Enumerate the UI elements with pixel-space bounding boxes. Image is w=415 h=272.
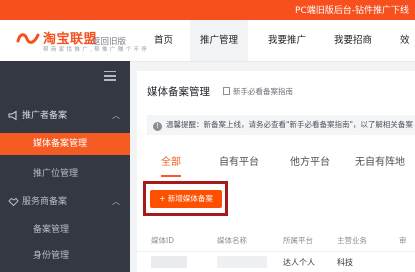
megaphone-icon	[8, 110, 17, 121]
add-media-filing-button[interactable]: + 新增媒体备案	[150, 190, 222, 208]
nav-item-home[interactable]: 首页	[154, 20, 173, 61]
filing-guide-link[interactable]: 新手必看备案指南	[223, 86, 293, 97]
sidebar-item-adzone-management[interactable]: 推广位管理	[0, 163, 130, 185]
back-to-old-version-link[interactable]: 返回旧版	[92, 35, 126, 47]
sidebar-item-identity-management[interactable]: 身份管理	[0, 245, 130, 267]
sidebar-item-filing-management[interactable]: 备案管理	[0, 219, 130, 241]
alimama-logo-icon	[16, 33, 40, 44]
cell-business: 科技	[337, 258, 353, 267]
nav-item-effect[interactable]: 效	[400, 20, 410, 61]
tab-own-platform[interactable]: 自有平台	[219, 153, 259, 181]
top-notice-bar: PC端旧版后台-钻件推广下线	[0, 0, 415, 20]
reminder-banner: ! 温馨提醒：新备案上线，请务必查看"新手必看备案指南"，以了解相关备案	[147, 115, 415, 135]
info-icon: !	[153, 122, 162, 131]
chevron-up-icon: ︿	[112, 111, 120, 120]
nav-item-promotion-management[interactable]: 推广管理	[190, 20, 248, 61]
active-tab-indicator	[161, 175, 181, 177]
table-row[interactable]: 达人个人 科技	[137, 251, 415, 272]
document-icon	[223, 87, 230, 95]
media-id-placeholder	[151, 256, 187, 268]
handshake-icon	[8, 197, 19, 207]
sidebar-section-promoter-filing[interactable]: 推广者备案 ︿	[0, 105, 130, 127]
filing-guide-label: 新手必看备案指南	[233, 87, 293, 96]
page-title: 媒体备案管理	[147, 86, 210, 98]
media-name-placeholder	[217, 256, 267, 268]
sidebar-item-label: 身份管理	[33, 251, 70, 261]
top-notice-text[interactable]: PC端旧版后台-钻件推广下线	[295, 3, 409, 16]
chevron-up-icon: ︿	[112, 197, 120, 206]
column-header-media-id: 媒体ID	[151, 236, 174, 245]
sidebar-section-provider-filing[interactable]: 服务商备案 ︿	[0, 191, 130, 213]
reminder-text: 温馨提醒：新备案上线，请务必查看"新手必看备案指南"，以了解相关备案	[166, 120, 413, 129]
column-header-main-business: 主营业务	[337, 236, 367, 245]
column-header-platform: 所属平台	[283, 236, 313, 245]
column-header-review: 审	[399, 236, 407, 245]
table-header: 媒体ID 媒体名称 所属平台 主营业务 审	[137, 229, 415, 252]
tab-label: 全部	[161, 157, 181, 168]
sidebar-item-label: 推广位管理	[33, 169, 79, 179]
sidebar-item-media-filing[interactable]: 媒体备案管理	[0, 133, 130, 155]
menu-collapse-icon[interactable]	[104, 71, 116, 81]
sidebar-item-label: 备案管理	[33, 225, 70, 235]
filing-type-tabs: 全部 自有平台 他方平台 无自有阵地	[147, 153, 415, 181]
nav-item-merchant-recruit[interactable]: 我要招商	[334, 20, 372, 61]
sidebar-section-label: 服务商备案	[22, 197, 68, 207]
tab-third-party-platform[interactable]: 他方平台	[290, 153, 330, 181]
filing-table: 媒体ID 媒体名称 所属平台 主营业务 审 达人个人 科技	[137, 229, 415, 272]
content-panel: 媒体备案管理 新手必看备案指南 ! 温馨提醒：新备案上线，请务必查看"新手必看备案…	[137, 71, 415, 272]
main-area: 媒体备案管理 新手必看备案指南 ! 温馨提醒：新备案上线，请务必查看"新手必看备案…	[130, 61, 415, 272]
sidebar-section-label: 推广者备案	[22, 111, 68, 121]
sidebar: 推广者备案 ︿ 媒体备案管理 推广位管理 服务商备案 ︿ 备案管理 身份管理	[0, 61, 130, 272]
cell-platform: 达人个人	[283, 258, 315, 267]
tab-no-own-channel[interactable]: 无自有阵地	[355, 153, 405, 181]
nav-item-promote[interactable]: 我要推广	[268, 20, 306, 61]
column-header-media-name: 媒体名称	[217, 236, 247, 245]
header: 淘宝联盟 帮 商 家 找 推 广 , 帮 推 广 赚 个 不 停 返回旧版 首页…	[0, 20, 415, 62]
tab-all[interactable]: 全部	[161, 153, 181, 181]
sidebar-item-label: 媒体备案管理	[33, 139, 88, 149]
